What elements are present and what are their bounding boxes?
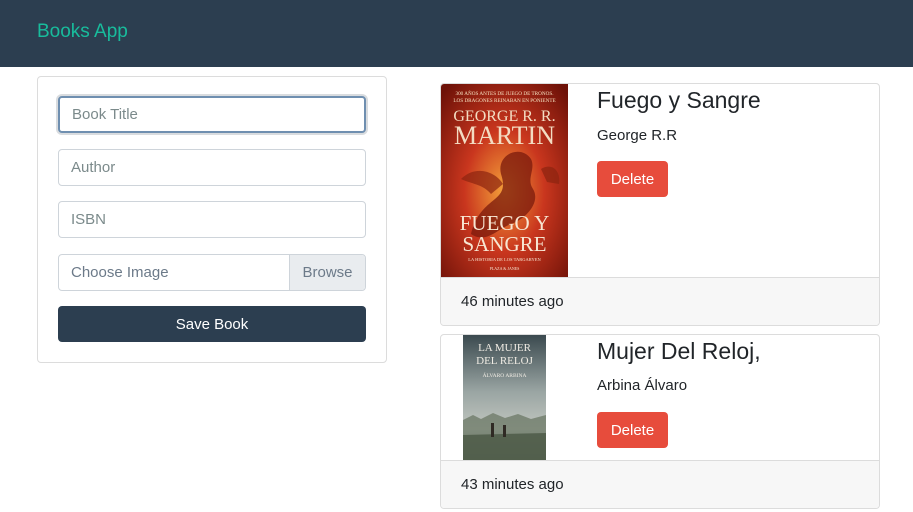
browse-button[interactable]: Browse — [289, 255, 365, 290]
cover-author-2: MARTIN — [454, 121, 555, 150]
image-file-input[interactable]: Choose Image Browse — [58, 254, 366, 291]
cover-title-2: SANGRE — [462, 232, 546, 256]
cover-title-1: LA MUJER — [478, 342, 532, 354]
save-book-button[interactable]: Save Book — [58, 306, 366, 342]
book-card: LA MUJER DEL RELOJ ÁLVARO ARBINA Mujer D… — [440, 334, 880, 509]
book-title-input[interactable] — [58, 96, 366, 133]
book-cover-image: 300 AÑOS ANTES DE JUEGO DE TRONOS. LOS D… — [441, 84, 568, 278]
book-timestamp: 43 minutes ago — [441, 460, 879, 508]
cover-title-2: DEL RELOJ — [476, 355, 533, 367]
brand-link[interactable]: Books App — [37, 21, 128, 43]
book-cover-image: LA MUJER DEL RELOJ ÁLVARO ARBINA — [463, 335, 546, 461]
book-author: Arbina Álvaro — [597, 377, 688, 394]
book-timestamp: 46 minutes ago — [441, 277, 879, 325]
book-card: 300 AÑOS ANTES DE JUEGO DE TRONOS. LOS D… — [440, 83, 880, 326]
delete-book-button[interactable]: Delete — [597, 161, 668, 197]
cover-author: ÁLVARO ARBINA — [483, 371, 527, 379]
choose-image-label: Choose Image — [71, 264, 169, 281]
delete-book-button[interactable]: Delete — [597, 412, 668, 448]
add-book-form: Choose Image Browse Save Book — [37, 76, 387, 363]
author-input[interactable] — [58, 149, 366, 186]
book-author: George R.R — [597, 127, 678, 144]
cover-publisher: PLAZA & JANES — [490, 266, 520, 271]
book-title: Mujer Del Reloj, — [597, 338, 761, 364]
cover-tagline-2: LOS DRAGONES REINABAN EN PONIENTE — [453, 98, 555, 104]
navbar: Books App — [0, 0, 913, 67]
cover-tagline-1: 300 AÑOS ANTES DE JUEGO DE TRONOS. — [455, 89, 553, 97]
cover-subtitle: LA HISTORIA DE LOS TARGARYEN — [468, 257, 541, 262]
isbn-input[interactable] — [58, 201, 366, 238]
book-title: Fuego y Sangre — [597, 87, 761, 113]
